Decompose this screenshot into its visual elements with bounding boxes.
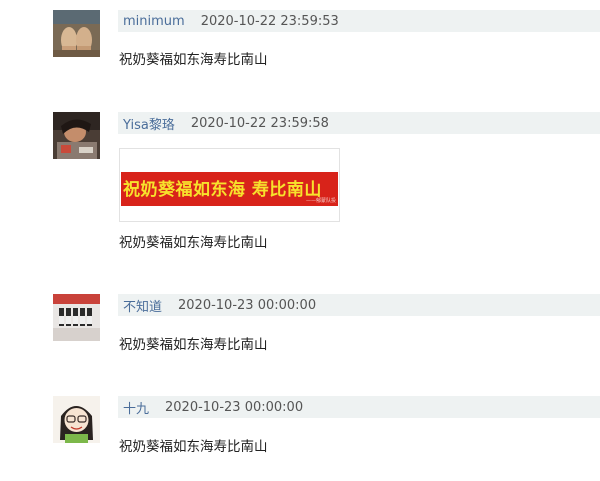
avatar[interactable] [53, 396, 100, 443]
username-link[interactable]: 不知道 [123, 296, 162, 315]
comment-timestamp: 2020-10-22 23:59:58 [190, 115, 329, 131]
comment-meta-bar: 十九 2020-10-23 00:00:00 [118, 396, 600, 418]
username-link[interactable]: 十九 [123, 398, 149, 417]
avatar-cartoon-girl-icon [53, 396, 100, 443]
avatar-portrait-photo-icon [53, 112, 100, 159]
comment-text: 祝奶葵福如东海寿比南山 [119, 439, 268, 455]
comment-meta-bar: Yisa黎珞 2020-10-22 23:59:58 [118, 112, 600, 134]
avatar[interactable] [53, 294, 100, 341]
red-banner-image: 祝奶葵福如东海 寿比南山 ——郁蒙队投 [121, 172, 338, 206]
avatar-feet-photo-icon [53, 10, 100, 57]
comment-list: minimum 2020-10-22 23:59:53 祝奶葵福如东海寿比南山 … [0, 0, 600, 481]
avatar-group-photo-icon [53, 294, 100, 341]
comment-meta-bar: minimum 2020-10-22 23:59:53 [118, 10, 600, 32]
comment-text: 祝奶葵福如东海寿比南山 [119, 52, 268, 68]
comment-text: 祝奶葵福如东海寿比南山 [119, 337, 268, 353]
avatar[interactable] [53, 10, 100, 57]
banner-subtext: ——郁蒙队投 [305, 198, 336, 204]
username-link[interactable]: minimum [123, 14, 185, 29]
comment-text: 祝奶葵福如东海寿比南山 [119, 235, 268, 251]
comment-timestamp: 2020-10-22 23:59:53 [200, 13, 339, 29]
comment-meta-bar: 不知道 2020-10-23 00:00:00 [118, 294, 600, 316]
username-link[interactable]: Yisa黎珞 [123, 114, 175, 133]
avatar[interactable] [53, 112, 100, 159]
attached-image[interactable]: 祝奶葵福如东海 寿比南山 ——郁蒙队投 [119, 148, 340, 222]
banner-text: 祝奶葵福如东海 寿比南山 [123, 180, 322, 200]
comment-timestamp: 2020-10-23 00:00:00 [165, 399, 304, 415]
comment-timestamp: 2020-10-23 00:00:00 [178, 297, 317, 313]
